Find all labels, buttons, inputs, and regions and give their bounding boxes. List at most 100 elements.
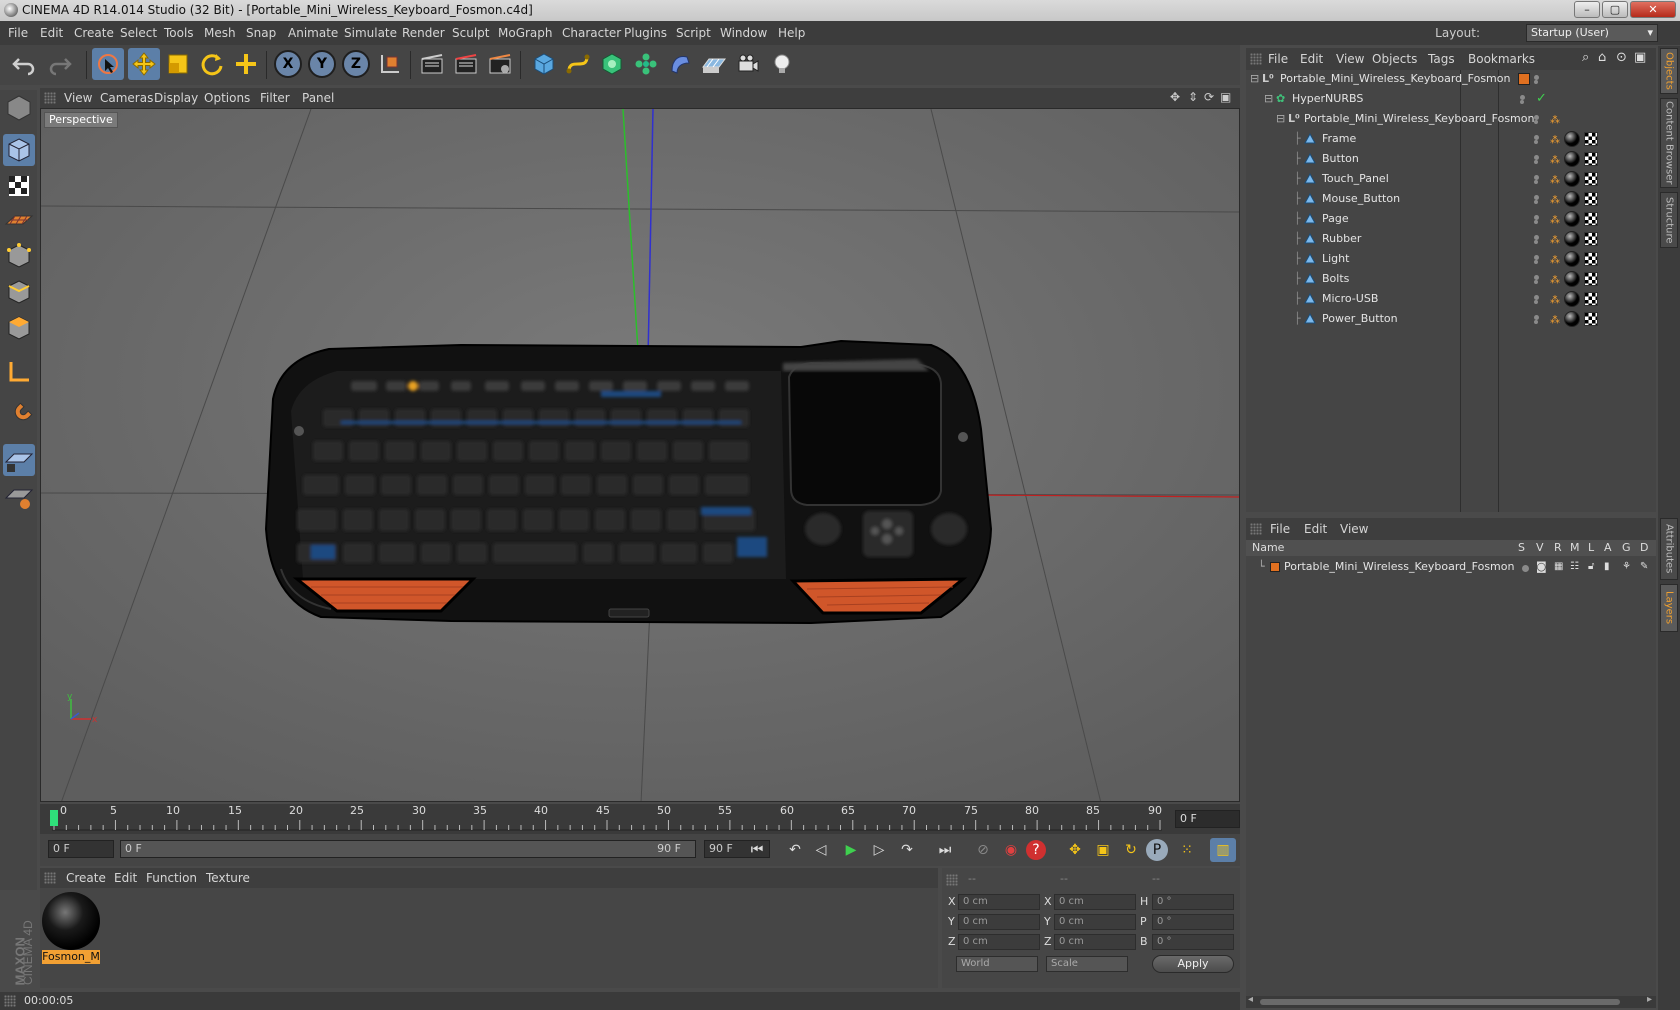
points-mode-icon[interactable] [3,240,35,272]
x-axis-icon[interactable]: X [274,50,302,78]
phong-tag-icon[interactable]: ⁂ [1550,291,1560,311]
redo-icon[interactable] [44,48,76,80]
minimize-icon[interactable]: – [1574,1,1600,18]
coord-size-z-field[interactable]: 0 cm [1054,934,1136,950]
close-icon[interactable]: ✕ [1630,1,1676,18]
z-axis-icon[interactable]: Z [342,50,370,78]
object-row-power-button[interactable]: ├ Power_Button ⁂ [1246,309,1656,329]
object-row-button[interactable]: ├ Button ⁂ [1246,149,1656,169]
render-visibility-dot[interactable] [1534,160,1538,164]
material-tag-icon[interactable] [1564,131,1580,147]
uvw-tag-icon[interactable] [1584,292,1598,306]
material-tag-icon[interactable] [1564,211,1580,227]
layer-col-render[interactable]: R [1554,540,1562,556]
material-tag-icon[interactable] [1564,311,1580,327]
object-row-bolts[interactable]: ├ Bolts ⁂ [1246,269,1656,289]
phong-tag-icon[interactable]: ⁂ [1550,251,1560,271]
panel-grip-icon[interactable] [44,92,56,104]
preview-range-slider[interactable]: 0 F 90 F [120,840,696,858]
undo-icon[interactable] [8,48,40,80]
menu-animate[interactable]: Animate [288,21,338,45]
material-menu-edit[interactable]: Edit [114,868,137,888]
filter-icon[interactable]: ⊙ [1616,50,1627,65]
panel-grip-icon[interactable] [44,872,56,884]
coord-pos-y-field[interactable]: 0 cm [958,914,1040,930]
material-preview-ball[interactable] [42,892,100,950]
viewport-menu-cameras[interactable]: Cameras [100,88,153,108]
object-name[interactable]: Touch_Panel [1322,169,1389,189]
model-mode-icon[interactable] [3,134,35,166]
layout-dropdown[interactable]: Startup (User) [1526,24,1658,42]
viewport-perspective[interactable]: y x Perspective [40,108,1240,802]
coord-rot-b-field[interactable]: 0 ° [1152,934,1234,950]
enabled-check-icon[interactable]: ✓ [1536,89,1547,109]
current-frame-field[interactable]: 0 F [1175,810,1240,828]
coord-rot-h-field[interactable]: 0 ° [1152,894,1234,910]
record-active-objects-icon[interactable]: ⊘ [970,838,996,862]
play-icon[interactable]: ▶ [838,838,864,862]
object-row-touch-panel[interactable]: ├ Touch_Panel ⁂ [1246,169,1656,189]
layer-col-name[interactable]: Name [1252,540,1284,556]
viewport-menu-options[interactable]: Options [204,88,250,108]
home-icon[interactable]: ⌂ [1598,50,1606,65]
layer-horizontal-scrollbar[interactable]: ◂ ▸ [1246,994,1656,1008]
material-name-label[interactable]: Fosmon_M [42,950,100,964]
menu-plugins[interactable]: Plugins [624,21,667,45]
object-row-root[interactable]: ⊟ L⁰ Portable_Mini_Wireless_Keyboard_Fos… [1246,69,1656,89]
timeline-ruler[interactable]: 0 5 10 15 20 25 30 35 40 45 50 55 60 65 … [40,804,1240,834]
key-parameter-icon[interactable]: P [1146,839,1168,861]
restore-icon[interactable]: ▢ [1602,1,1628,18]
coord-mode-scale-dropdown[interactable]: Scale [1046,956,1128,972]
layer-col-deformers[interactable]: D [1640,540,1648,556]
floor-icon[interactable] [698,48,730,80]
material-menu-function[interactable]: Function [146,868,197,888]
go-to-start-icon[interactable]: ⏮ [744,838,770,862]
object-row-rubber[interactable]: ├ Rubber ⁂ [1246,229,1656,249]
menu-simulate[interactable]: Simulate [344,21,397,45]
collapse-icon[interactable]: ⊟ [1276,109,1285,129]
render-view-icon[interactable] [416,48,448,80]
viewport-rotate-icon[interactable]: ⟳ [1204,90,1214,104]
object-row-mouse-button[interactable]: ├ Mouse_Button ⁂ [1246,189,1656,209]
tab-attributes[interactable]: Attributes [1660,518,1678,580]
render-visibility-dot[interactable] [1534,120,1538,124]
layer-deformer-icon[interactable]: ✎ [1640,557,1648,577]
object-name[interactable]: Frame [1322,129,1356,149]
object-name[interactable]: Light [1322,249,1349,269]
object-name[interactable]: Bolts [1322,269,1349,289]
workplane-lock-icon[interactable] [3,444,35,476]
layer-name[interactable]: Portable_Mini_Wireless_Keyboard_Fosmon [1284,557,1514,577]
live-selection-icon[interactable] [92,48,124,80]
menu-file[interactable]: File [8,21,28,45]
uvw-tag-icon[interactable] [1584,312,1598,326]
uvw-tag-icon[interactable] [1584,192,1598,206]
start-frame-field[interactable]: 0 F [48,840,114,858]
layer-col-generators[interactable]: G [1622,540,1631,556]
menu-character[interactable]: Character [562,21,621,45]
uvw-tag-icon[interactable] [1584,212,1598,226]
layer-col-view[interactable]: V [1536,540,1544,556]
menu-help[interactable]: Help [778,21,805,45]
render-visibility-dot[interactable] [1534,260,1538,264]
object-name[interactable]: Portable_Mini_Wireless_Keyboard_Fosmon [1280,69,1510,89]
uvw-tag-icon[interactable] [1584,152,1598,166]
objects-menu-tags[interactable]: Tags [1428,48,1455,70]
locked-workplane-icon[interactable] [3,480,35,512]
uvw-tag-icon[interactable] [1584,232,1598,246]
workplane-icon[interactable] [3,204,35,236]
cube-icon[interactable] [528,48,560,80]
apply-button[interactable]: Apply [1152,955,1234,973]
material-menu-texture[interactable]: Texture [206,868,250,888]
render-visibility-dot[interactable] [1534,180,1538,184]
panel-grip-icon[interactable] [1250,523,1262,535]
layer-generator-icon[interactable]: ⚘ [1622,557,1631,577]
render-visibility-dot[interactable] [1534,240,1538,244]
material-tag-icon[interactable] [1564,291,1580,307]
viewport-menu-view[interactable]: View [64,88,92,108]
coord-size-y-field[interactable]: 0 cm [1054,914,1136,930]
collapse-icon[interactable]: ⊟ [1264,89,1273,109]
menu-select[interactable]: Select [120,21,157,45]
render-visibility-dot[interactable] [1534,300,1538,304]
layer-color-swatch[interactable] [1518,73,1530,85]
layer-manager-icon[interactable]: ☷ [1570,557,1579,577]
